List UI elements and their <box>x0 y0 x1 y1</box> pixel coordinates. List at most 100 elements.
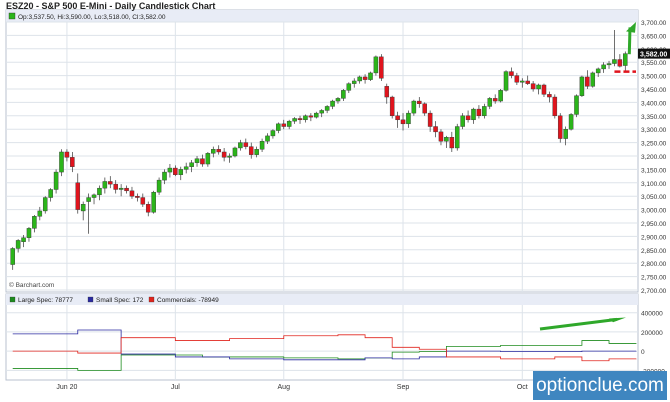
candle <box>351 80 357 84</box>
source-label: © Barchart.com <box>9 281 54 289</box>
candle <box>151 191 156 213</box>
cot-legend-label: Small Spec: 172 <box>96 297 144 304</box>
candle <box>482 106 487 116</box>
candle <box>623 53 628 66</box>
candle <box>297 118 303 121</box>
candle <box>330 100 335 107</box>
candle <box>91 194 97 198</box>
candle <box>292 118 297 122</box>
candle <box>520 80 525 83</box>
candle <box>248 146 254 155</box>
candle <box>156 179 162 193</box>
price-tick-label: 2,700.00 <box>641 288 667 295</box>
x-tick-label: Oct <box>517 384 528 391</box>
candle <box>113 183 118 190</box>
cot-legend-label: Large Spec: 78777 <box>18 297 73 304</box>
candle <box>406 112 411 125</box>
candle <box>118 187 124 190</box>
candle <box>395 115 400 121</box>
price-tick-label: 3,050.00 <box>641 194 667 201</box>
candle <box>465 115 471 121</box>
candle <box>612 59 617 64</box>
candle <box>32 216 37 229</box>
candle <box>476 108 482 116</box>
candle <box>205 153 211 165</box>
candle <box>373 56 379 74</box>
candle <box>140 197 146 205</box>
candle <box>189 162 194 167</box>
candle <box>530 83 536 90</box>
candle <box>525 80 530 84</box>
candle <box>135 195 140 198</box>
candle <box>384 86 390 98</box>
candle <box>97 187 102 196</box>
candle <box>129 190 135 197</box>
candle <box>585 76 590 87</box>
candle <box>75 182 81 210</box>
candle <box>59 151 64 173</box>
candle <box>86 197 91 202</box>
candle <box>243 142 249 147</box>
cot-legend-label: Commercials: -78949 <box>157 297 219 304</box>
candle <box>265 135 270 142</box>
candle <box>26 228 32 238</box>
candle <box>503 71 509 91</box>
candle <box>617 59 623 67</box>
cot-legend-swatch <box>87 296 94 303</box>
candle <box>492 98 498 102</box>
price-tick-label: 3,250.00 <box>641 141 667 148</box>
price-tick-label: 3,300.00 <box>641 127 667 134</box>
candle <box>438 131 444 142</box>
price-tick-label: 3,650.00 <box>641 33 667 40</box>
candle <box>471 108 476 121</box>
candle <box>270 130 276 137</box>
price-tick-label: 2,950.00 <box>641 221 667 228</box>
price-tick-label: 3,500.00 <box>641 74 667 81</box>
price-tick-label: 3,100.00 <box>641 181 667 188</box>
price-tick-label: 2,850.00 <box>641 248 667 255</box>
chart-svg: 2,700.00 2,750.00 2,800.00 2,850.00 2,900.00… <box>5 9 670 391</box>
x-tick-label: Aug <box>278 384 291 391</box>
candle <box>449 137 455 149</box>
candle <box>15 240 21 249</box>
candle <box>536 84 541 90</box>
price-tick-label: 3,400.00 <box>641 100 667 107</box>
candle <box>303 115 308 121</box>
price-tick-label: 2,750.00 <box>641 275 667 282</box>
candle <box>590 72 596 87</box>
candle <box>227 155 232 158</box>
candle <box>221 151 227 158</box>
candle <box>362 76 368 80</box>
candle <box>276 123 281 131</box>
candle <box>232 147 238 157</box>
chart-title: ESZ20 - S&P 500 E-Mini - Daily Candlesti… <box>6 1 216 11</box>
candle <box>308 115 314 118</box>
candle <box>557 115 563 139</box>
candle <box>514 75 520 83</box>
price-tick-label: 3,550.00 <box>641 60 667 67</box>
candle <box>417 100 422 104</box>
candle <box>568 114 574 130</box>
candle <box>10 248 15 265</box>
candle <box>102 181 108 189</box>
candle <box>324 106 330 111</box>
candle <box>368 72 373 80</box>
x-tick-label: Jul <box>171 384 180 391</box>
x-tick-label: Sep <box>397 384 410 391</box>
candle <box>124 187 129 192</box>
price-tick-label: 3,000.00 <box>641 208 667 215</box>
price-tick-label: 3,350.00 <box>641 114 667 121</box>
candle <box>427 112 433 127</box>
candle <box>145 204 151 213</box>
ohlc-legend: Op:3,537.50, Hi:3,590.00, Lo:3,518.00, C… <box>18 14 166 21</box>
candle <box>64 151 70 158</box>
candle <box>552 96 558 117</box>
price-tick-label: 3,200.00 <box>641 154 667 161</box>
candle <box>259 141 265 150</box>
candle <box>183 166 189 170</box>
candle <box>314 112 319 118</box>
candle <box>595 68 601 74</box>
candle <box>379 56 384 79</box>
cot-legend-swatch <box>148 296 155 303</box>
candle <box>254 149 259 155</box>
